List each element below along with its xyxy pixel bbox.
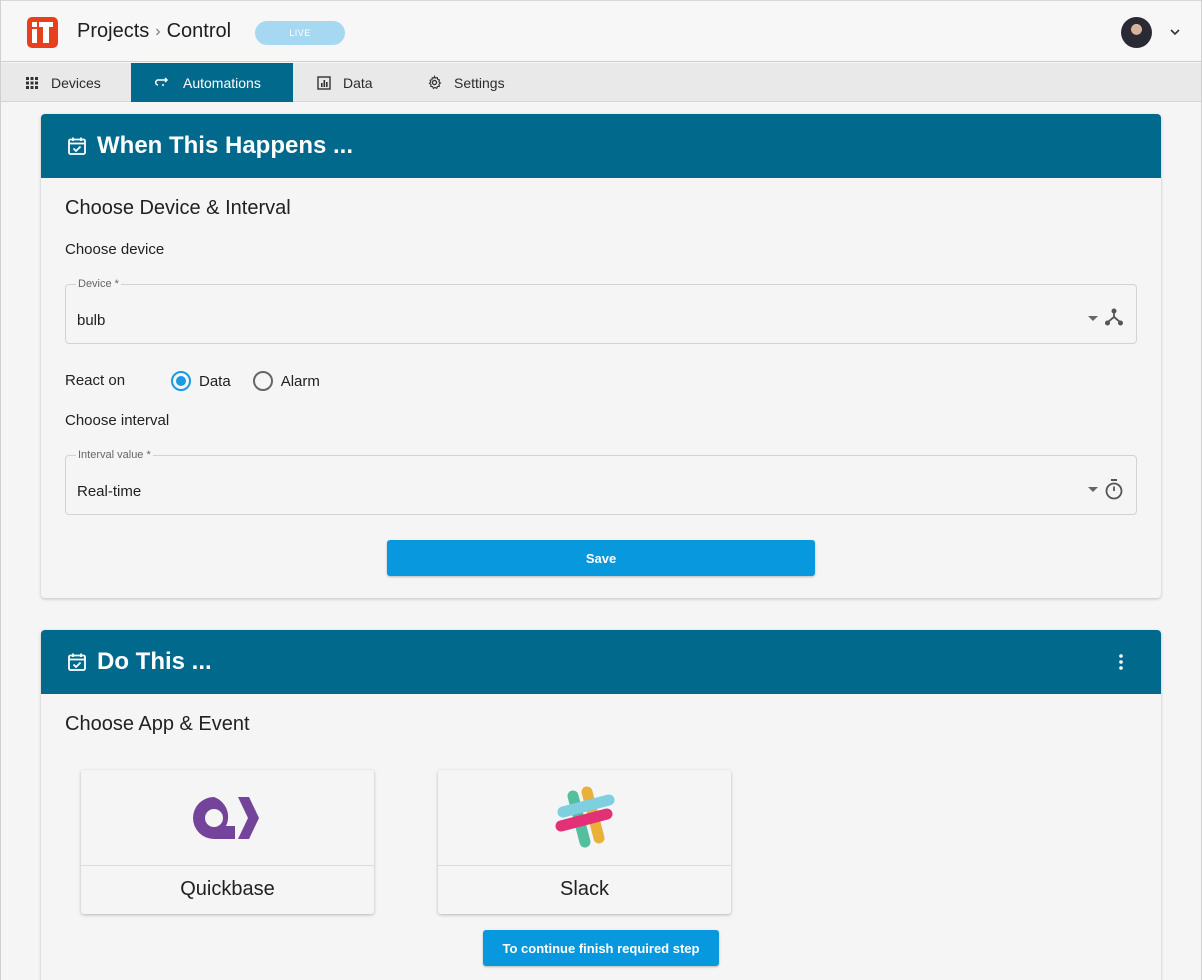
- app-tile-slack[interactable]: Slack: [438, 770, 731, 914]
- app-tile-quickbase[interactable]: Quickbase: [81, 770, 374, 914]
- caret-down-icon[interactable]: [1088, 487, 1098, 493]
- radio-alarm[interactable]: [252, 371, 273, 391]
- grid-icon: [26, 76, 38, 89]
- section-title: Choose Device & Interval: [65, 197, 291, 219]
- tab-automations[interactable]: Automations: [131, 63, 293, 102]
- interval-field-value: Real-time: [77, 483, 142, 500]
- tab-label: Automations: [183, 74, 261, 91]
- app-tile-art: [438, 770, 731, 866]
- automation-icon: [155, 76, 169, 86]
- device-select[interactable]: Device * bulb: [65, 278, 1137, 344]
- live-status-badge: LIVE: [255, 21, 345, 45]
- app-logo-icon[interactable]: [27, 17, 58, 48]
- breadcrumb-projects[interactable]: Projects: [77, 20, 149, 43]
- app-tile-name: Slack: [560, 878, 609, 900]
- radio-alarm-label: Alarm: [280, 372, 320, 390]
- tab-devices[interactable]: Devices: [1, 63, 131, 102]
- interval-field-legend: Interval value *: [76, 449, 153, 461]
- radio-data-label: Data: [199, 372, 231, 390]
- gear-icon: [428, 75, 442, 90]
- radio-data[interactable]: [171, 371, 191, 391]
- react-on-radio-group: Data Alarm: [171, 371, 320, 391]
- calendar-check-icon: [68, 653, 86, 671]
- trigger-card-title: When This Happens ...: [97, 132, 354, 159]
- trigger-card-header: When This Happens ...: [41, 114, 1161, 178]
- choose-device-label: Choose device: [65, 241, 165, 258]
- react-on-label: React on: [65, 372, 126, 389]
- more-vert-icon[interactable]: [1119, 654, 1123, 670]
- user-avatar[interactable]: [1121, 17, 1152, 48]
- breadcrumb-control: Control: [166, 20, 232, 42]
- breadcrumb-separator: ›: [155, 22, 161, 40]
- tab-data[interactable]: Data: [293, 63, 403, 102]
- device-field-value: bulb: [77, 312, 106, 329]
- device-hub-icon: [1105, 308, 1123, 326]
- continue-button[interactable]: To continue finish required step: [483, 930, 719, 966]
- calendar-check-icon: [68, 137, 86, 155]
- section-title: Choose App & Event: [65, 713, 250, 735]
- breadcrumb: Projects › Control: [77, 20, 231, 43]
- chevron-down-icon[interactable]: [1169, 27, 1181, 37]
- choose-interval-label: Choose interval: [65, 412, 170, 429]
- device-field-legend: Device *: [76, 278, 121, 290]
- slack-logo-icon: [555, 786, 615, 848]
- tab-label: Settings: [454, 74, 505, 91]
- trigger-card: When This Happens ... Choose Device & In…: [41, 114, 1161, 598]
- timer-icon: [1105, 479, 1123, 500]
- interval-select[interactable]: Interval value * Real-time: [65, 449, 1137, 515]
- quickbase-logo-icon: [193, 797, 259, 839]
- tab-bar: Devices Automations Data Settings: [1, 63, 1201, 102]
- app-tile-art: [81, 770, 374, 866]
- tab-label: Devices: [51, 74, 101, 91]
- action-card-title: Do This ...: [97, 648, 212, 675]
- tab-settings[interactable]: Settings: [403, 63, 533, 102]
- chart-icon: [317, 75, 331, 90]
- action-card: Do This ... Choose App & Event Quickbase: [41, 630, 1161, 980]
- top-bar: Projects › Control LIVE: [1, 0, 1201, 62]
- caret-down-icon[interactable]: [1088, 316, 1098, 322]
- app-tile-name: Quickbase: [180, 878, 275, 900]
- save-button[interactable]: Save: [387, 540, 815, 576]
- action-card-header: Do This ...: [41, 630, 1161, 694]
- tab-label: Data: [343, 74, 373, 91]
